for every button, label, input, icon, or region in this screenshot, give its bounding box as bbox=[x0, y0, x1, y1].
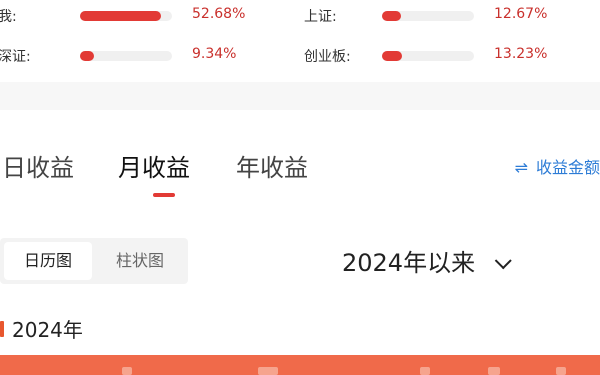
amount-toggle-label: 收益金额 bbox=[535, 158, 600, 177]
compare-row-me: 我: 52.68% bbox=[0, 2, 300, 30]
return-comparison: 我: 52.68% 上证: 12.67% 深证: 9.34% 创业板: 13.2… bbox=[0, 0, 600, 82]
compare-label: 创业板: bbox=[304, 49, 351, 65]
compare-bar-fill bbox=[382, 51, 402, 61]
active-tab-indicator bbox=[153, 193, 175, 197]
month-cell-mark bbox=[122, 367, 132, 375]
date-range-label: 2024年以来 bbox=[342, 249, 476, 277]
compare-label: 上证: bbox=[304, 9, 337, 25]
compare-row-shenzhen: 深证: 9.34% bbox=[0, 42, 300, 70]
compare-bar-track bbox=[80, 11, 172, 21]
chevron-down-icon bbox=[494, 252, 512, 270]
compare-value: 9.34% bbox=[192, 46, 237, 62]
compare-row-shanghai: 上证: 12.67% bbox=[300, 2, 600, 30]
month-cell-mark bbox=[420, 367, 430, 375]
amount-toggle-button[interactable]: ⇌ 收益金额 bbox=[515, 154, 600, 178]
swap-arrows-icon: ⇌ bbox=[514, 158, 528, 177]
calendar-view-button[interactable]: 日历图 bbox=[4, 242, 92, 280]
section-divider bbox=[0, 82, 600, 110]
compare-bar-track bbox=[382, 51, 474, 61]
return-period-tabs: 日收益 月收益 年收益 ⇌ 收益金额 bbox=[0, 110, 600, 210]
compare-bar-fill bbox=[80, 11, 161, 21]
compare-value: 52.68% bbox=[192, 6, 246, 22]
month-cell-mark bbox=[488, 367, 500, 375]
monthly-calendar-strip bbox=[0, 355, 600, 375]
month-cell-mark bbox=[556, 367, 566, 375]
compare-label: 我: bbox=[0, 9, 17, 25]
month-cell-mark bbox=[258, 367, 278, 375]
bar-chart-view-button[interactable]: 柱状图 bbox=[96, 242, 184, 280]
tab-yearly-returns[interactable]: 年收益 bbox=[236, 148, 308, 183]
compare-bar-track bbox=[382, 11, 474, 21]
tab-monthly-returns[interactable]: 月收益 bbox=[118, 148, 190, 183]
compare-value: 13.23% bbox=[494, 46, 548, 62]
date-range-dropdown[interactable]: 2024年以来 bbox=[342, 243, 512, 278]
tab-daily-returns[interactable]: 日收益 bbox=[2, 148, 74, 183]
compare-row-chinext: 创业板: 13.23% bbox=[300, 42, 600, 70]
compare-bar-track bbox=[80, 51, 172, 61]
year-marker bbox=[0, 321, 4, 337]
compare-value: 12.67% bbox=[494, 6, 548, 22]
compare-label: 深证: bbox=[0, 49, 31, 65]
view-switch: 日历图 柱状图 bbox=[0, 238, 188, 284]
compare-bar-fill bbox=[80, 51, 94, 61]
compare-bar-fill bbox=[382, 11, 401, 21]
year-heading: 2024年 bbox=[12, 318, 83, 342]
